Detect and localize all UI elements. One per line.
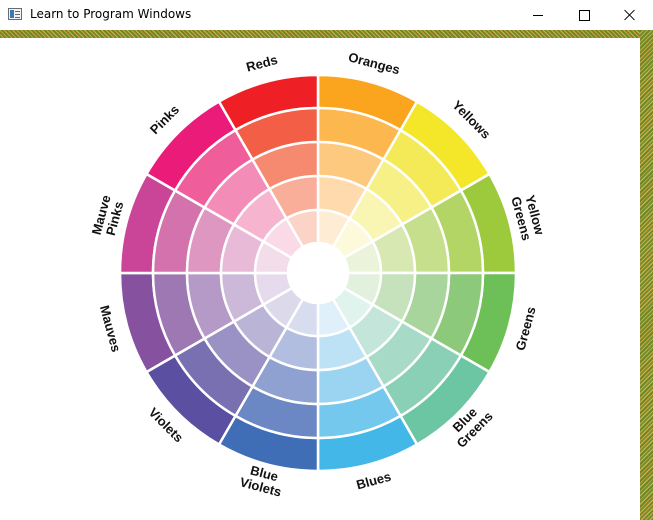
minimize-icon xyxy=(533,14,543,16)
close-icon xyxy=(624,9,636,21)
color-wheel: OrangesYellowsYellowGreensGreensBlueGree… xyxy=(89,49,548,500)
wheel-label: Mauves xyxy=(97,304,124,354)
wheel-label: Pinks xyxy=(147,102,182,137)
window-frame-right xyxy=(640,30,653,520)
wheel-label: Greens xyxy=(513,305,539,352)
app-window-icon xyxy=(8,8,22,20)
wheel-label: YellowGreens xyxy=(508,191,548,242)
maximize-button[interactable] xyxy=(561,0,607,30)
wheel-label: Oranges xyxy=(347,49,402,77)
window-frame-top xyxy=(0,30,653,38)
maximize-icon xyxy=(578,9,590,21)
wheel-label: Reds xyxy=(245,52,280,75)
title-bar: Learn to Program Windows xyxy=(0,0,653,30)
minimize-button[interactable] xyxy=(515,0,561,30)
wheel-label: Blues xyxy=(355,469,393,493)
window-title: Learn to Program Windows xyxy=(30,7,192,21)
close-button[interactable] xyxy=(607,0,653,30)
client-area: Oranges Yellows YellowGreens Greens BlueGree… xyxy=(0,38,640,520)
wheel-center xyxy=(289,244,347,302)
wheel-label: MauvePinks xyxy=(89,194,127,241)
